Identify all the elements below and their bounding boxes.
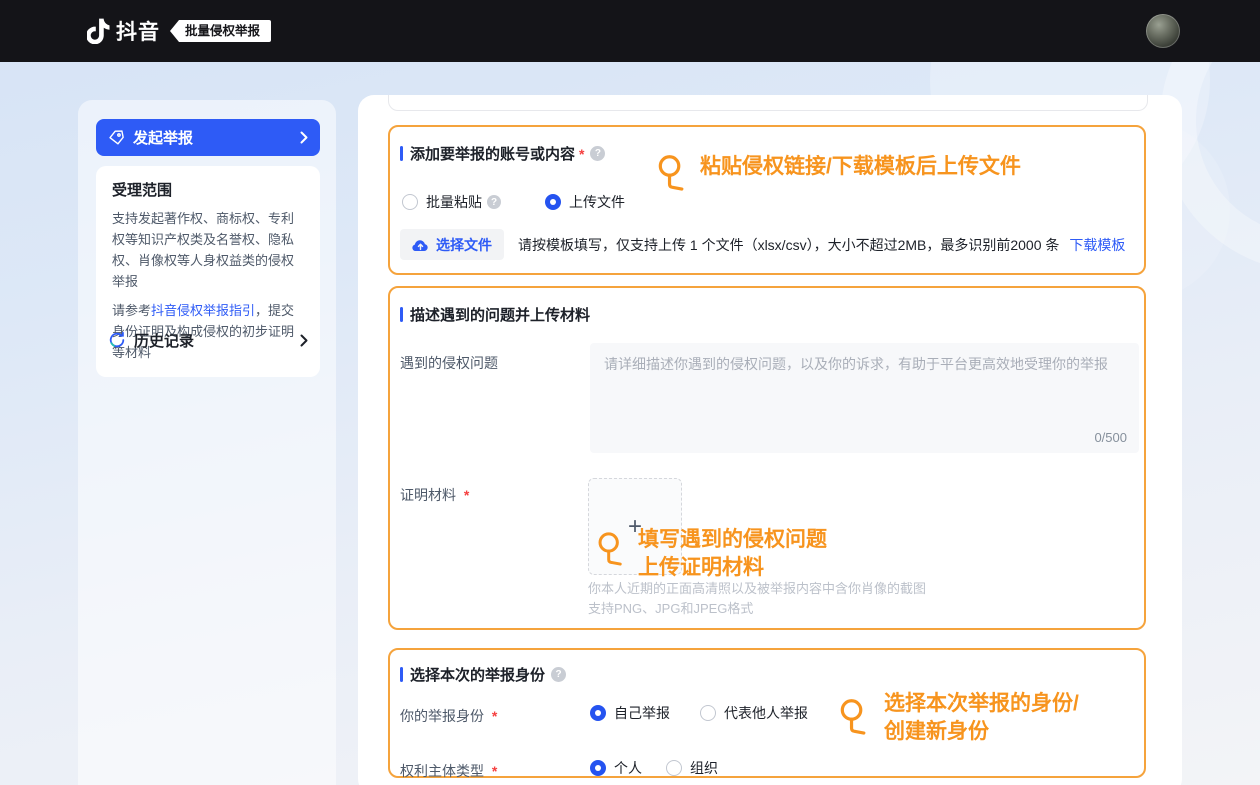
question-circle-icon[interactable]: ?	[487, 195, 501, 209]
section-title: 选择本次的举报身份	[410, 664, 545, 685]
radio-upload-file[interactable]	[545, 194, 561, 210]
scope-note-prefix: 请参考	[112, 303, 151, 318]
radio-label: 批量粘贴	[426, 192, 482, 212]
click-gesture-icon	[838, 696, 870, 745]
radio-label: 组织	[690, 758, 718, 778]
sidebar-item-label: 发起举报	[133, 127, 300, 148]
section-accent-bar	[400, 146, 403, 161]
tag-icon	[108, 129, 125, 146]
annotation-line2: 创建新身份	[884, 718, 1079, 746]
radio-label: 代表他人举报	[724, 703, 808, 723]
sidebar-item-start-report[interactable]: 发起举报	[96, 119, 320, 156]
required-mark: *	[492, 763, 497, 779]
main-form-panel: 添加要举报的账号或内容 * ? 粘贴侵权链接/下载模板后上传文件 批量粘贴 ?	[358, 95, 1182, 785]
annotation-line1: 填写遇到的侵权问题	[638, 526, 827, 554]
issue-textarea-container: 0/500	[590, 343, 1139, 453]
annotation-line1: 选择本次举报的身份/	[884, 690, 1079, 718]
chevron-right-icon	[300, 334, 308, 347]
identity-label-text: 你的举报身份	[400, 708, 484, 724]
annotation-text: 填写遇到的侵权问题 上传证明材料	[638, 526, 827, 582]
radio-batch-paste[interactable]	[402, 194, 418, 210]
radio-report-on-behalf[interactable]	[700, 705, 716, 721]
sidebar-item-label: 历史记录	[134, 330, 300, 351]
identity-field-label: 你的举报身份 *	[400, 706, 497, 726]
report-guide-link[interactable]: 抖音侵权举报指引	[151, 303, 255, 318]
page: 抖音 批量侵权举报 发起举报 受理范围 支持发起著作权、商标权、专利权等知识产权…	[0, 0, 1260, 785]
evidence-label-text: 证明材料	[400, 487, 456, 503]
upload-rule-text: 请按模板填写，仅支持上传 1 个文件（xlsx/csv），大小不超过2MB，最多…	[518, 235, 1059, 255]
annotation-identity-guide: 选择本次举报的身份/ 创建新身份	[838, 690, 1079, 746]
question-circle-icon[interactable]: ?	[590, 146, 605, 161]
annotation-text: 粘贴侵权链接/下载模板后上传文件	[700, 153, 1021, 181]
annotation-text: 选择本次举报的身份/ 创建新身份	[884, 690, 1079, 746]
identity-radio-group: 自己举报 代表他人举报	[590, 702, 808, 724]
sidebar-item-history[interactable]: 历史记录	[96, 320, 320, 360]
radio-organization[interactable]	[666, 760, 682, 776]
question-circle-icon[interactable]: ?	[551, 667, 566, 682]
subject-type-label-text: 权利主体类型	[400, 763, 484, 779]
required-mark: *	[464, 487, 469, 503]
download-template-link[interactable]: 下载模板	[1069, 235, 1125, 255]
choose-file-button[interactable]: 选择文件	[400, 229, 504, 260]
cloud-upload-icon	[412, 238, 429, 252]
user-avatar[interactable]	[1146, 14, 1180, 48]
previous-section-partial	[388, 95, 1148, 111]
douyin-music-note-icon	[86, 17, 112, 45]
radio-report-self[interactable]	[590, 705, 606, 721]
scope-card-title: 受理范围	[112, 179, 306, 200]
evidence-hint-line2: 支持PNG、JPG和JPEG格式	[588, 598, 753, 617]
subject-type-field-label: 权利主体类型 *	[400, 761, 497, 781]
history-icon	[108, 331, 126, 349]
brand-name: 抖音	[116, 16, 160, 46]
radio-label: 个人	[614, 758, 642, 778]
scope-card-body: 支持发起著作权、商标权、专利权等知识产权类及名誉权、隐私权、肖像权等人身权益类的…	[112, 208, 306, 292]
required-mark: *	[579, 146, 584, 162]
char-counter: 0/500	[1094, 430, 1127, 445]
evidence-field-label: 证明材料 *	[400, 485, 469, 505]
choose-file-label: 选择文件	[436, 235, 492, 255]
issue-field-label: 遇到的侵权问题	[400, 353, 498, 373]
upload-rule-row: 请按模板填写，仅支持上传 1 个文件（xlsx/csv），大小不超过2MB，最多…	[518, 229, 1125, 260]
section-choose-identity: 选择本次的举报身份 ? 你的举报身份 * 自己举报 代表他人举报	[388, 648, 1146, 778]
section-title: 添加要举报的账号或内容	[410, 143, 575, 164]
radio-label: 上传文件	[569, 192, 625, 212]
subject-type-radio-group: 个人 组织	[590, 757, 718, 779]
radio-label: 自己举报	[614, 703, 670, 723]
radio-person[interactable]	[590, 760, 606, 776]
section-add-report-targets: 添加要举报的账号或内容 * ? 粘贴侵权链接/下载模板后上传文件 批量粘贴 ?	[388, 125, 1146, 275]
click-gesture-icon	[656, 153, 688, 200]
section-accent-bar	[400, 667, 403, 682]
required-mark: *	[492, 708, 497, 724]
click-gesture-icon	[596, 530, 626, 575]
top-header-bar: 抖音 批量侵权举报	[0, 0, 1260, 62]
annotation-upload-guide: 粘贴侵权链接/下载模板后上传文件	[656, 153, 1021, 200]
evidence-hint-line1: 你本人近期的正面高清照以及被举报内容中含你肖像的截图	[588, 578, 926, 597]
section-accent-bar	[400, 307, 403, 322]
product-badge: 批量侵权举报	[170, 20, 271, 42]
chevron-right-icon	[300, 131, 308, 144]
section-title: 描述遇到的问题并上传材料	[410, 304, 590, 325]
annotation-evidence-guide: 填写遇到的侵权问题 上传证明材料	[596, 526, 827, 582]
section-describe-problem: 描述遇到的问题并上传材料 遇到的侵权问题 0/500 证明材料 * +	[388, 286, 1146, 630]
issue-textarea[interactable]	[590, 343, 1139, 427]
upload-mode-radio-group: 批量粘贴 ? 上传文件	[402, 191, 625, 213]
